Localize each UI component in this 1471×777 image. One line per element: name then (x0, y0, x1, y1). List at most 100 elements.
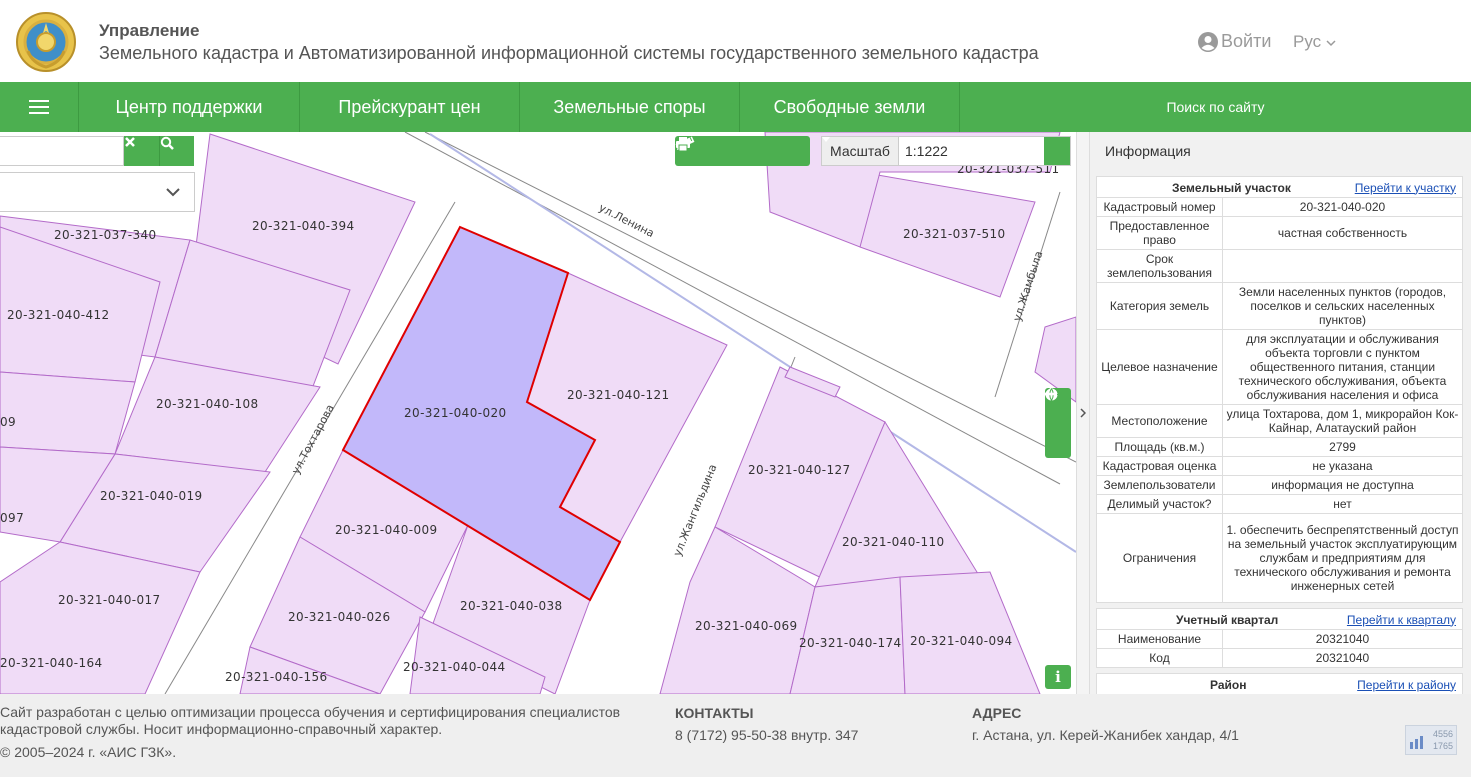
close-icon (125, 137, 135, 147)
info-button[interactable]: i (1045, 665, 1071, 689)
row-key: Целевое назначение (1096, 329, 1223, 405)
row-key: Местоположение (1096, 404, 1223, 438)
main-navigation: Центр поддержки Прейскурант цен Земельны… (0, 82, 1471, 132)
zoom-controls (1045, 388, 1071, 458)
parcel-label: 20-321-040-094 (910, 634, 1013, 648)
counter-bottom: 1765 (1432, 741, 1453, 751)
row-value: информация не доступна (1222, 475, 1463, 495)
zoom-out-icon[interactable] (1045, 388, 1057, 400)
quarter-title: Учетный квартал (1176, 612, 1279, 627)
map-canvas[interactable]: ул.Ленина ул.Тохтарова ул.Жангильдина ул… (0, 132, 1076, 694)
scale-dropdown-button[interactable] (822, 137, 1070, 165)
parcel-label: 20-321-040-009 (335, 523, 438, 537)
row-key: Кадастровая оценка (1096, 456, 1223, 476)
district-title: Район (1210, 677, 1247, 692)
map-search-input[interactable] (0, 136, 124, 166)
goto-quarter-link[interactable]: Перейти к кварталу (1347, 613, 1456, 627)
parcel-label: 20-321-040-110 (842, 535, 945, 549)
language-selector[interactable]: Рус (1293, 32, 1336, 52)
nav-support-center[interactable]: Центр поддержки (79, 82, 300, 132)
parcel-polygon[interactable] (0, 371, 136, 455)
chevron-down-icon (1326, 40, 1336, 47)
login-button[interactable]: Войти (1198, 31, 1271, 52)
district-header: Район Перейти к району (1096, 673, 1463, 694)
kazakhstan-emblem-icon[interactable] (14, 11, 78, 73)
row-value: 20-321-040-020 (1222, 197, 1463, 217)
parcel-label: 20-321-040-038 (460, 599, 563, 613)
scale-value[interactable]: 1:1222 (899, 137, 1044, 165)
parcel-label: 20-321-040-412 (7, 308, 110, 322)
land-plot-title: Земельный участок (1172, 180, 1291, 195)
draw-button[interactable] (677, 136, 765, 166)
caret-down-icon (822, 137, 830, 142)
visitor-counter[interactable]: 4556 1765 (1405, 725, 1457, 755)
row-key: Делимый участок? (1096, 494, 1223, 514)
parcel-label: 20-321-040-164 (0, 656, 103, 670)
row-key: Кадастровый номер (1096, 197, 1223, 217)
parcel-label: 09 (0, 415, 16, 429)
row-key: Срок землепользования (1096, 249, 1223, 283)
user-icon (1198, 31, 1218, 52)
scale-selector[interactable]: Масштаб 1:1222 (821, 136, 1071, 166)
layer-dropdown[interactable] (0, 172, 195, 212)
row-value: улица Тохтарова, дом 1, микрорайон Кок-К… (1222, 404, 1463, 438)
parcel-label: 20-321-040-069 (695, 619, 798, 633)
cadastral-map[interactable]: ул.Ленина ул.Тохтарова ул.Жангильдина ул… (0, 132, 1076, 694)
header-title: Управление (99, 21, 200, 40)
row-value (1222, 249, 1463, 283)
row-value: 2799 (1222, 437, 1463, 457)
row-value: 20321040 (1222, 648, 1463, 668)
print-button[interactable] (676, 136, 810, 166)
nav-free-lands[interactable]: Свободные земли (740, 82, 960, 132)
land-plot-header: Земельный участок Перейти к участку (1096, 176, 1463, 198)
site-header: Управление Земельного кадастра и Автомат… (0, 0, 1471, 82)
bar-chart-icon (1410, 736, 1423, 749)
parcel-polygon[interactable] (899, 571, 1041, 694)
map-toolbar (675, 136, 810, 166)
contacts-phone[interactable]: 8 (7172) 95-50-38 внутр. 347 (675, 727, 858, 743)
goto-district-link[interactable]: Перейти к району (1357, 678, 1456, 692)
site-search-button[interactable]: Поиск по сайту (960, 82, 1471, 132)
contacts-heading: КОНТАКТЫ (675, 705, 754, 721)
district-table: Район Перейти к району (1096, 673, 1463, 694)
language-label: Рус (1293, 32, 1322, 51)
row-key: Землепользователи (1096, 475, 1223, 495)
parcel-label: 20-321-040-026 (288, 610, 391, 624)
nav-land-disputes[interactable]: Земельные споры (520, 82, 740, 132)
login-label: Войти (1221, 31, 1272, 51)
menu-button[interactable] (0, 82, 79, 132)
row-value: частная собственность (1222, 216, 1463, 250)
row-key: Наименование (1096, 629, 1223, 649)
search-icon (160, 136, 174, 150)
row-value: 20321040 (1222, 629, 1463, 649)
parcel-label: 20-321-037-510 (903, 227, 1006, 241)
footer-copyright: © 2005–2024 г. «АИС ГЗК». (0, 744, 177, 760)
scale-label: Масштаб (822, 137, 899, 165)
panel-toggle[interactable] (1076, 132, 1090, 694)
address-value: г. Астана, ул. Керей-Жанибек хандар, 4/1 (972, 727, 1239, 743)
row-value: 1. обеспечить беспрепятственный доступ н… (1222, 513, 1463, 603)
counter-top: 4556 (1432, 729, 1453, 739)
row-value: Земли населенных пунктов (городов, посел… (1222, 282, 1463, 330)
row-key: Площадь (кв.м.) (1096, 437, 1223, 457)
search-button[interactable] (159, 136, 194, 166)
nav-price-list[interactable]: Прейскурант цен (300, 82, 520, 132)
parcel-label: 20-321-040-044 (403, 660, 506, 674)
site-footer: Сайт разработан с целью оптимизации проц… (0, 694, 1471, 777)
parcel-label: 20-321-040-174 (799, 636, 902, 650)
hamburger-icon (29, 100, 49, 114)
row-value: не указана (1222, 456, 1463, 476)
row-key: Категория земель (1096, 282, 1223, 330)
row-key: Предоставленное право (1096, 216, 1223, 250)
panel-title: Информация (1105, 143, 1191, 159)
info-icon: i (1055, 668, 1061, 686)
goto-land-plot-link[interactable]: Перейти к участку (1355, 181, 1456, 195)
clear-search-button[interactable] (124, 136, 159, 166)
row-value: для эксплуатации и обслуживания объекта … (1222, 329, 1463, 405)
address-heading: АДРЕС (972, 705, 1022, 721)
footer-about: Сайт разработан с целью оптимизации проц… (0, 704, 621, 737)
parcel-label: 20-321-040-121 (567, 388, 670, 402)
land-plot-table: Земельный участок Перейти к участку Када… (1096, 176, 1463, 603)
info-panel: Информация Земельный участок Перейти к у… (1090, 132, 1471, 694)
quarter-table: Учетный квартал Перейти к кварталу Наиме… (1096, 608, 1463, 668)
